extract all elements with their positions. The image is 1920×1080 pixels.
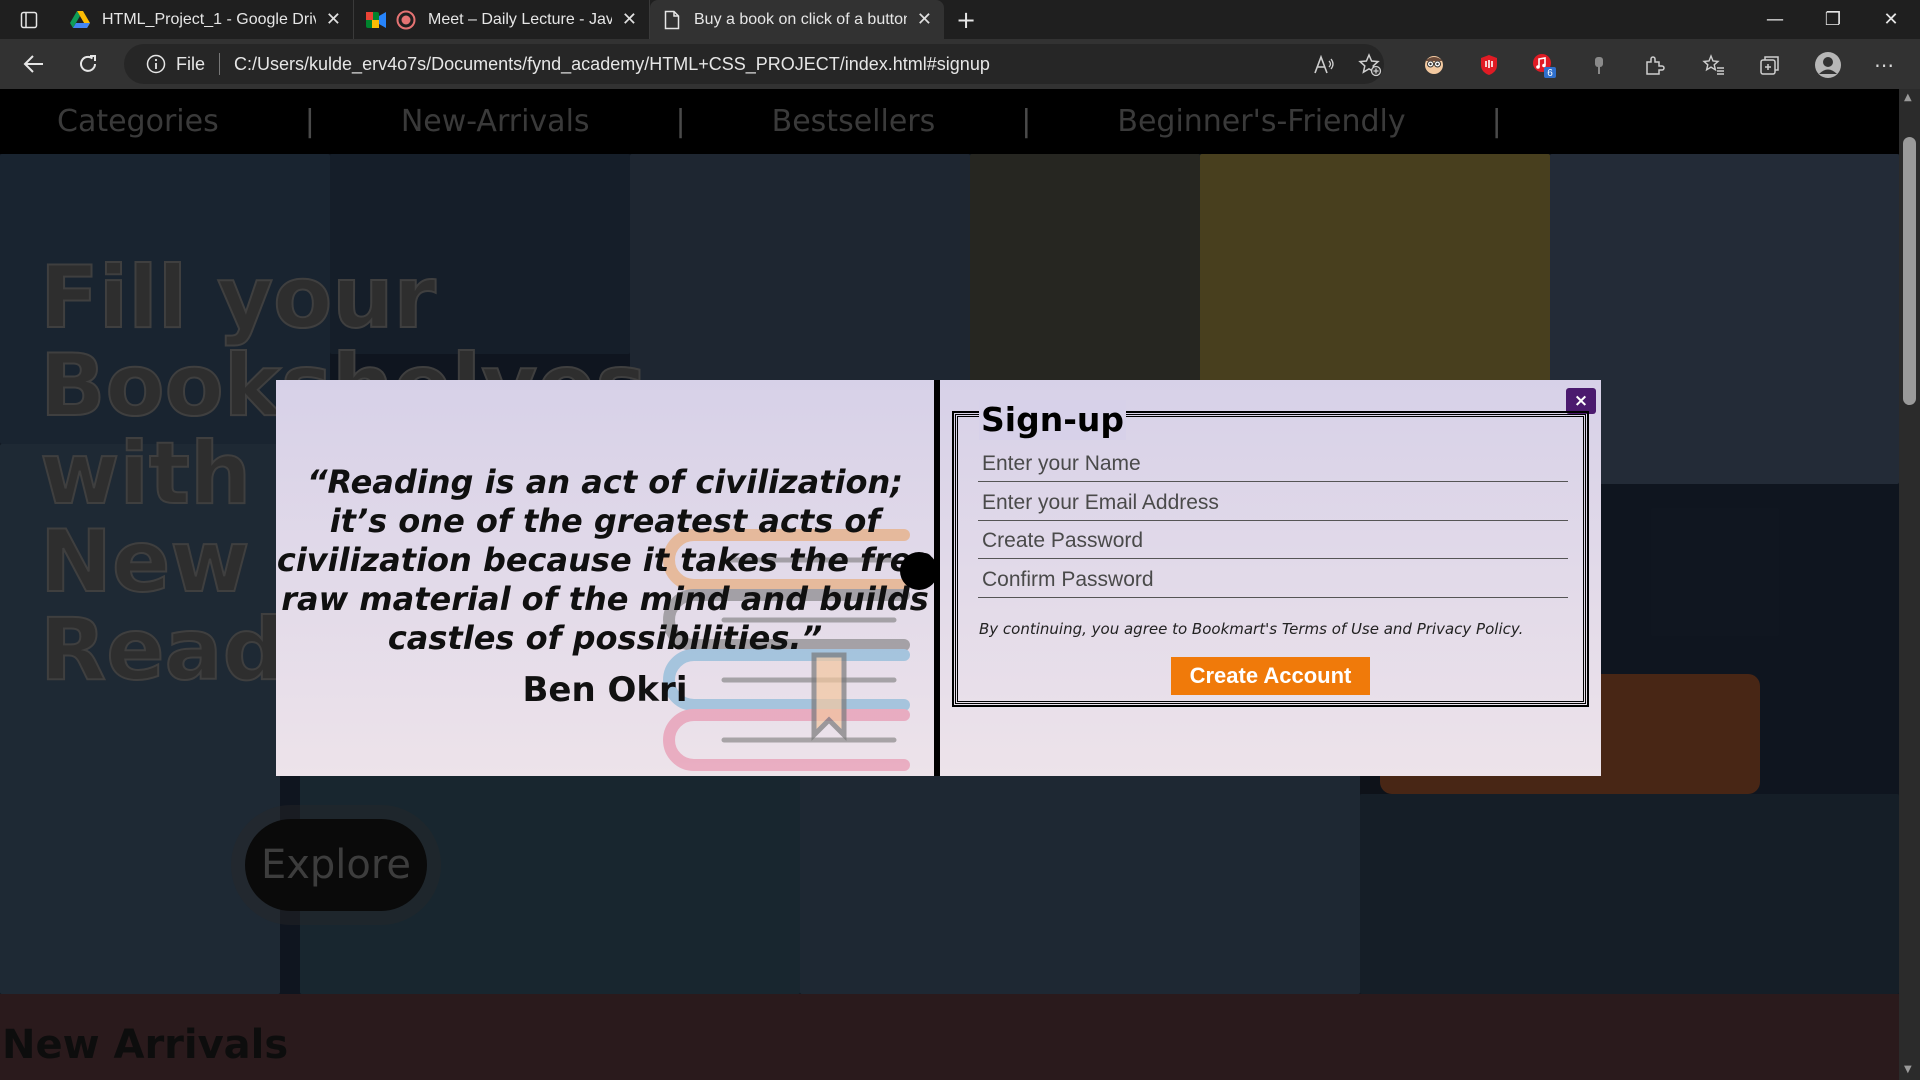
refresh-icon[interactable]: [66, 44, 110, 84]
explore-button[interactable]: Explore: [245, 819, 427, 911]
nav-new-arrivals[interactable]: New-Arrivals: [315, 104, 590, 139]
tab-google-meet[interactable]: Meet – Daily Lecture - JavaS ✕: [354, 0, 650, 39]
recording-icon: [396, 10, 416, 30]
url-text[interactable]: C:/Users/kulde_erv4o7s/Documents/fynd_ac…: [234, 54, 990, 75]
nav-divider: |: [1021, 104, 1032, 139]
new-arrivals-section: New Arrivals: [0, 994, 1899, 1080]
terms-text: By continuing, you agree to Bookmart's T…: [979, 620, 1524, 638]
info-icon[interactable]: [146, 54, 166, 74]
name-input[interactable]: [978, 446, 1568, 482]
close-tab-icon[interactable]: ✕: [326, 9, 341, 30]
signup-legend: Sign-up: [979, 400, 1127, 440]
close-window-icon[interactable]: ✕: [1862, 0, 1920, 39]
close-tab-icon[interactable]: ✕: [622, 9, 637, 30]
tab-title: HTML_Project_1 - Google Drive: [102, 10, 316, 28]
new-tab-icon[interactable]: +: [944, 0, 988, 39]
extension-face-icon[interactable]: [1420, 51, 1448, 79]
pin-extension-icon[interactable]: [1585, 51, 1613, 79]
site-nav: Categories | New-Arrivals | Bestsellers …: [0, 89, 1899, 154]
tab-title: Buy a book on click of a button: [694, 10, 907, 28]
restore-icon[interactable]: ❐: [1804, 0, 1862, 39]
tab-title: Meet – Daily Lecture - JavaS: [428, 10, 612, 28]
create-account-button[interactable]: Create Account: [1171, 657, 1370, 695]
password-input[interactable]: [978, 523, 1568, 559]
tab-actions-icon[interactable]: [0, 0, 58, 39]
google-meet-icon: [366, 10, 386, 30]
favorites-icon[interactable]: [1700, 51, 1728, 79]
address-bar[interactable]: File C:/Users/kulde_erv4o7s/Documents/fy…: [124, 44, 1384, 84]
extension-badge: 6: [1547, 68, 1553, 78]
more-menu-icon[interactable]: ⋯: [1870, 51, 1898, 79]
minimize-icon[interactable]: —: [1746, 0, 1804, 39]
scrollbar-thumb[interactable]: [1903, 137, 1916, 405]
new-arrivals-heading: New Arrivals: [2, 1022, 289, 1068]
nav-divider: |: [1491, 104, 1502, 139]
nav-categories[interactable]: Categories: [0, 104, 219, 139]
page-scrollbar[interactable]: ▲ ▼: [1899, 89, 1920, 1080]
close-tab-icon[interactable]: ✕: [917, 9, 932, 30]
shield-extension-icon[interactable]: [1475, 51, 1503, 79]
read-aloud-icon[interactable]: [1310, 51, 1338, 79]
nav-beginners-friendly[interactable]: Beginner's-Friendly: [1031, 104, 1405, 139]
tab-buy-a-book[interactable]: Buy a book on click of a button ✕: [650, 0, 944, 39]
tab-google-drive[interactable]: HTML_Project_1 - Google Drive ✕: [58, 0, 354, 39]
cursor-dot: [900, 552, 938, 590]
add-favorite-icon[interactable]: [1356, 51, 1384, 79]
nav-bestsellers[interactable]: Bestsellers: [686, 104, 936, 139]
address-separator: [219, 53, 221, 75]
signup-quote-panel: “Reading is an act of civilization; it’s…: [276, 380, 934, 776]
back-icon[interactable]: [12, 44, 56, 84]
extensions-icon[interactable]: [1640, 51, 1668, 79]
close-modal-button[interactable]: ×: [1566, 388, 1596, 414]
browser-tab-bar: HTML_Project_1 - Google Drive ✕ Meet – D…: [0, 0, 1920, 39]
google-drive-icon: [70, 10, 90, 30]
url-scheme-label: File: [176, 53, 206, 74]
music-extension-icon[interactable]: 6: [1530, 51, 1558, 79]
collections-icon[interactable]: [1756, 51, 1784, 79]
email-input[interactable]: [978, 485, 1568, 521]
confirm-password-input[interactable]: [978, 562, 1568, 598]
nav-divider: |: [675, 104, 686, 139]
quote-author: Ben Okri: [522, 670, 688, 710]
scroll-down-arrow[interactable]: ▼: [1904, 1064, 1912, 1075]
profile-avatar-icon[interactable]: [1814, 51, 1842, 79]
quote-text: “Reading is an act of civilization; it’s…: [276, 463, 934, 657]
document-icon: [662, 10, 682, 30]
nav-divider: |: [304, 104, 315, 139]
scroll-up-arrow[interactable]: ▲: [1904, 92, 1912, 103]
